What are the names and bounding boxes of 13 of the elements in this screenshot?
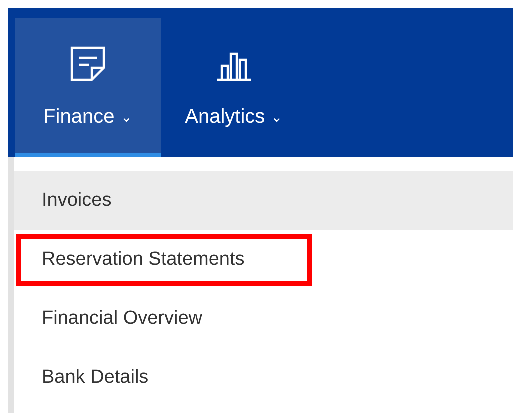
menu-item[interactable]: Reservation Statements (14, 230, 513, 289)
nav-tab[interactable]: Analytics ⌄ (161, 18, 307, 157)
menu-item-label: Reservation Statements (16, 234, 312, 286)
caret-icon: ⌄ (271, 109, 283, 126)
menu-item[interactable]: Bank Details (14, 348, 513, 407)
note-icon (68, 44, 108, 84)
caret-icon: ⌄ (120, 109, 132, 126)
menu-item-label: Invoices (42, 190, 112, 212)
menu-item-label: Financial Overview (42, 308, 202, 330)
menu-item[interactable]: Invoices (14, 171, 513, 230)
menu-item-label: Bank Details (42, 366, 149, 388)
menu-item[interactable]: Financial Overview (14, 289, 513, 348)
nav-tab[interactable]: Finance ⌄ (15, 18, 161, 157)
